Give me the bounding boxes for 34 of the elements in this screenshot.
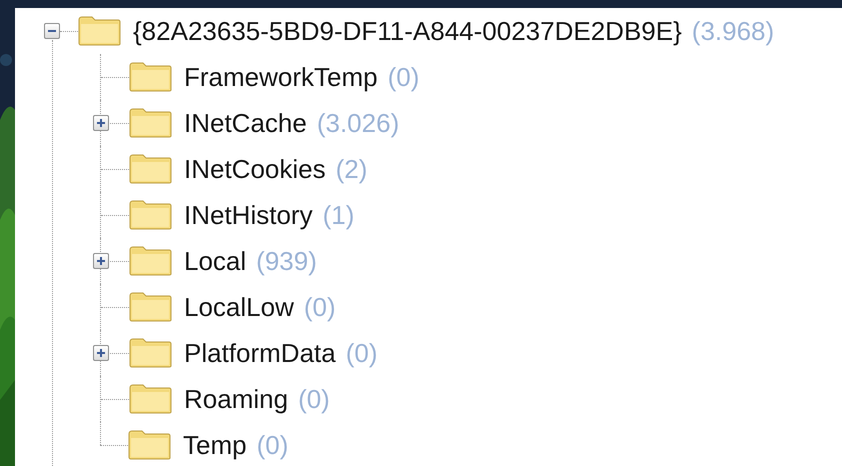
expand-toggle-icon[interactable] — [93, 115, 109, 131]
collapse-toggle-icon[interactable] — [44, 23, 60, 39]
folder-icon — [129, 62, 172, 92]
item-count: (3.026) — [316, 108, 400, 138]
item-count: (3.968) — [692, 16, 774, 46]
item-count: (0) — [388, 62, 420, 92]
item-count: (0) — [298, 384, 330, 414]
item-count: (939) — [256, 246, 317, 276]
folder-icon — [128, 430, 171, 460]
folder-name[interactable]: Temp — [183, 430, 247, 460]
item-count: (1) — [322, 200, 354, 230]
item-count: (2) — [336, 154, 368, 184]
item-count: (0) — [256, 430, 288, 460]
folder-name[interactable]: INetHistory — [184, 200, 313, 230]
folder-name[interactable]: INetCache — [184, 108, 307, 138]
folder-icon — [129, 200, 172, 230]
folder-icon — [129, 246, 172, 276]
folder-name[interactable]: {82A23635-5BD9-DF11-A844-00237DE2DB9E} — [133, 16, 682, 46]
folder-name[interactable]: LocalLow — [184, 292, 294, 322]
folder-icon — [129, 384, 172, 414]
folder-icon — [129, 154, 172, 184]
folder-icon — [78, 16, 121, 46]
expand-toggle-icon[interactable] — [93, 253, 109, 269]
folder-name[interactable]: INetCookies — [184, 154, 326, 184]
folder-name[interactable]: PlatformData — [184, 338, 336, 368]
folder-icon — [129, 292, 172, 322]
folder-name[interactable]: Local — [184, 246, 246, 276]
item-count: (0) — [304, 292, 336, 322]
folder-icon — [129, 338, 172, 368]
item-count: (0) — [346, 338, 378, 368]
folder-name[interactable]: FrameworkTemp — [184, 62, 378, 92]
expand-toggle-icon[interactable] — [93, 345, 109, 361]
folder-name[interactable]: Roaming — [184, 384, 288, 414]
folder-icon — [129, 108, 172, 138]
